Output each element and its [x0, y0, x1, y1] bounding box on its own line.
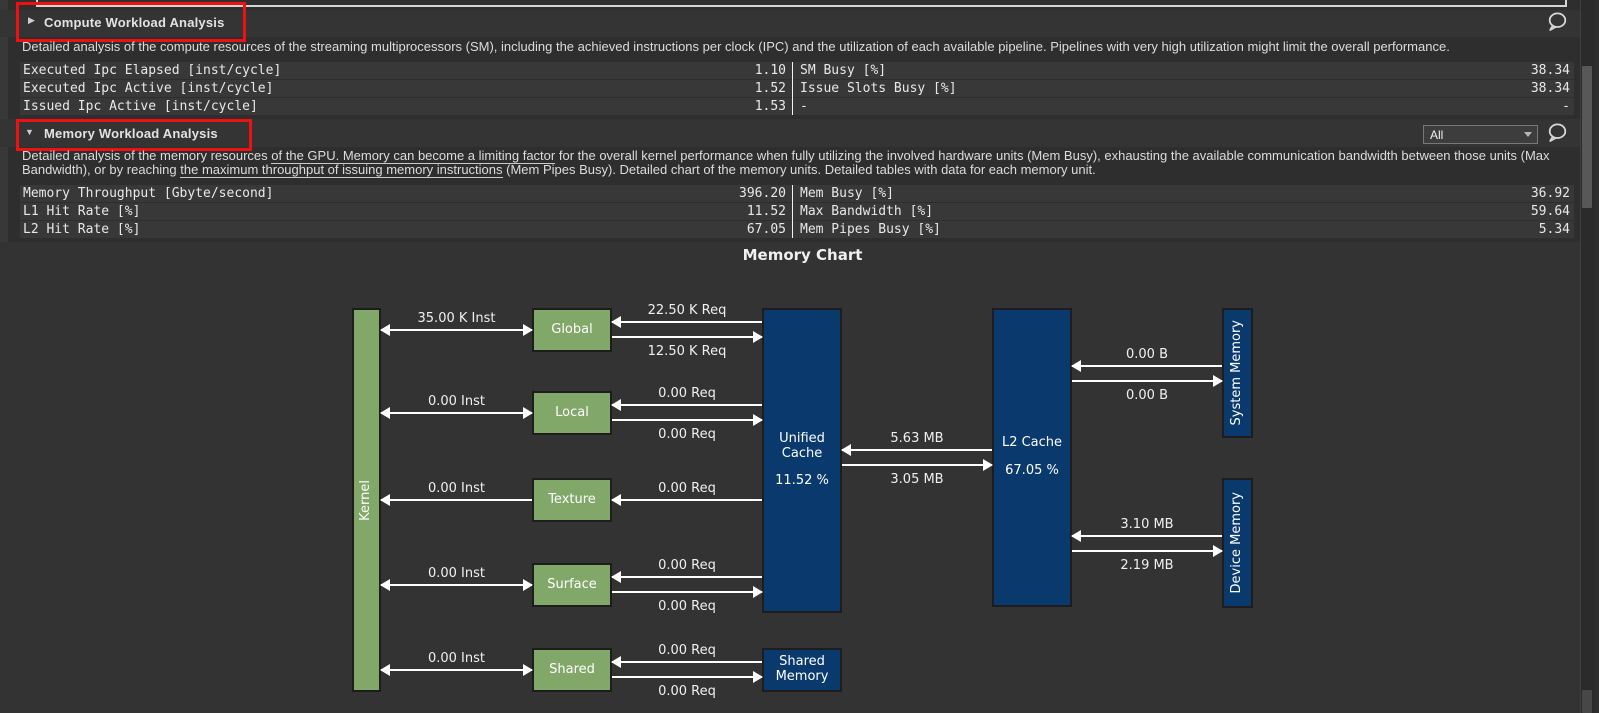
compute-section-description: Detailed analysis of the compute resourc… — [22, 40, 1570, 54]
filter-dropdown-value: All — [1424, 128, 1524, 142]
l2-devmem-in-arrow — [1072, 535, 1222, 537]
table-column-divider — [792, 185, 793, 238]
metric-value: 59.64 — [20, 203, 1570, 220]
metric-value: 36.92 — [20, 185, 1570, 202]
arrow-label: 0.00 Req — [612, 481, 762, 496]
l2-sysmem-out-arrow — [1072, 380, 1222, 382]
arrow-label: 0.00 Inst — [381, 394, 532, 409]
arrow-label: 0.00 Req — [612, 643, 762, 658]
texture-node: Texture — [532, 478, 612, 522]
table-row[interactable]: Memory Throughput [Gbyte/second] 396.20 … — [20, 185, 1574, 202]
description-text: Detailed analysis of the memory resource… — [22, 148, 271, 163]
arrow-label: 35.00 K Inst — [381, 311, 532, 326]
cutoff-border-right — [1565, 0, 1567, 7]
table-row[interactable]: Issued Ipc Active [inst/cycle] 1.53 - - — [20, 98, 1574, 115]
description-text: (Mem Pipes Busy). Detailed chart of the … — [503, 162, 1096, 177]
system-memory-node: System Memory — [1222, 308, 1253, 438]
arrow-label: 22.50 K Req — [612, 303, 762, 318]
scrollbar-thumb-secondary[interactable] — [1582, 690, 1592, 713]
metric-value: - — [20, 98, 1570, 115]
device-memory-node: Device Memory — [1222, 478, 1253, 608]
arrow-label: 0.00 B — [1072, 388, 1222, 403]
surface-unified-in-arrow — [612, 576, 762, 578]
chevron-down-icon — [1524, 132, 1532, 137]
memory-section-description: Detailed analysis of the memory resource… — [22, 149, 1570, 177]
local-node-label: Local — [555, 406, 589, 421]
table-row[interactable]: L1 Hit Rate [%] 11.52 Max Bandwidth [%] … — [20, 203, 1574, 220]
table-row[interactable]: L2 Hit Rate [%] 67.05 Mem Pipes Busy [%]… — [20, 221, 1574, 238]
l2-cache-node: L2 Cache 67.05 % — [992, 308, 1072, 607]
shared-sharedmem-out-arrow — [612, 676, 762, 678]
scrollbar-thumb[interactable] — [1582, 66, 1592, 208]
metric-value: 5.34 — [20, 221, 1570, 238]
unified-l2-in-arrow — [842, 449, 992, 451]
device-memory-node-label: Device Memory — [1230, 492, 1245, 593]
local-node: Local — [532, 391, 612, 435]
comment-bubble-icon[interactable] — [1546, 12, 1568, 32]
global-node: Global — [532, 308, 612, 352]
shared-node-label: Shared — [549, 663, 595, 678]
cutoff-border-bottom — [37, 5, 1566, 7]
unified-cache-node: Unified Cache 11.52 % — [762, 308, 842, 613]
kernel-shared-arrow — [381, 669, 532, 671]
profiler-report-page: ▶ Compute Workload Analysis Detailed ana… — [0, 0, 1599, 713]
comment-bubble-icon[interactable] — [1546, 123, 1568, 143]
arrow-label: 3.05 MB — [842, 472, 992, 487]
unified-l2-out-arrow — [842, 464, 992, 466]
shared-memory-node: Shared Memory — [762, 648, 842, 692]
memory-metric-table: Memory Throughput [Gbyte/second] 396.20 … — [20, 185, 1574, 239]
compute-metric-table: Executed Ipc Elapsed [inst/cycle] 1.10 S… — [20, 62, 1574, 116]
arrow-label: 3.10 MB — [1072, 517, 1222, 532]
annotation-rect-memory — [16, 119, 252, 151]
kernel-surface-arrow — [381, 584, 532, 586]
memory-chart-title: Memory Chart — [352, 246, 1253, 264]
local-unified-in-arrow — [612, 404, 762, 406]
table-row[interactable]: Executed Ipc Elapsed [inst/cycle] 1.10 S… — [20, 62, 1574, 79]
kernel-node: Kernel — [352, 308, 381, 692]
arrow-label: 0.00 B — [1072, 347, 1222, 362]
arrow-label: 5.63 MB — [842, 431, 992, 446]
surface-node-label: Surface — [547, 578, 597, 593]
texture-node-label: Texture — [548, 493, 596, 508]
texture-unified-in-arrow — [612, 499, 762, 501]
table-column-divider — [792, 62, 793, 115]
arrow-label: 0.00 Req — [612, 684, 762, 699]
arrow-label: 0.00 Req — [612, 558, 762, 573]
kernel-global-arrow — [381, 329, 532, 331]
global-unified-out-arrow — [612, 336, 762, 338]
shared-memory-node-label: Shared Memory — [764, 655, 840, 685]
shared-sharedmem-in-arrow — [612, 661, 762, 663]
arrow-label: 0.00 Req — [612, 599, 762, 614]
local-unified-out-arrow — [612, 419, 762, 421]
arrow-label: 0.00 Req — [612, 427, 762, 442]
surface-node: Surface — [532, 563, 612, 607]
arrow-label: 12.50 K Req — [612, 344, 762, 359]
l2-cache-hit-rate: 67.05 % — [1005, 464, 1059, 479]
unified-cache-hit-rate: 11.52 % — [775, 474, 829, 489]
description-underlined-text: the maximum throughput of issuing memory… — [180, 162, 502, 178]
kernel-local-arrow — [381, 412, 532, 414]
metric-value: 38.34 — [20, 62, 1570, 79]
arrow-label: 0.00 Inst — [381, 566, 532, 581]
kernel-texture-arrow — [381, 499, 532, 501]
arrow-label: 0.00 Inst — [381, 481, 532, 496]
shared-node: Shared — [532, 648, 612, 692]
filter-dropdown[interactable]: All — [1423, 125, 1538, 144]
arrow-label: 2.19 MB — [1072, 558, 1222, 573]
kernel-node-label: Kernel — [359, 480, 374, 521]
arrow-label: 0.00 Inst — [381, 651, 532, 666]
unified-cache-node-label: Unified Cache — [764, 432, 840, 462]
arrow-label: 0.00 Req — [612, 386, 762, 401]
l2-devmem-out-arrow — [1072, 550, 1222, 552]
global-node-label: Global — [551, 323, 592, 338]
table-row[interactable]: Executed Ipc Active [inst/cycle] 1.52 Is… — [20, 80, 1574, 97]
annotation-rect-compute — [16, 2, 246, 42]
l2-cache-node-label: L2 Cache — [1002, 436, 1062, 451]
l2-sysmem-in-arrow — [1072, 365, 1222, 367]
system-memory-node-label: System Memory — [1230, 320, 1245, 425]
global-unified-in-arrow — [612, 321, 762, 323]
metric-value: 38.34 — [20, 80, 1570, 97]
surface-unified-out-arrow — [612, 591, 762, 593]
